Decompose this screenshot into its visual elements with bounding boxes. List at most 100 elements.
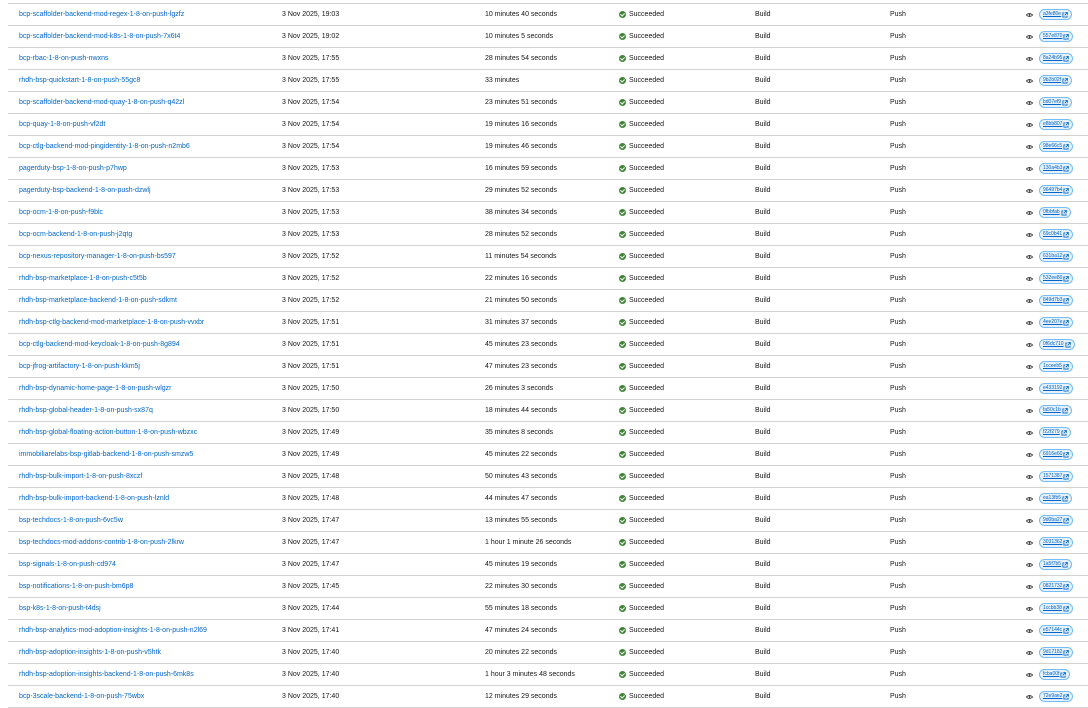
commit-sha-link[interactable]: bd07ef9: [1039, 97, 1073, 108]
commit-sha-link[interactable]: 72e9ae2: [1039, 691, 1074, 702]
eye-icon[interactable]: [1026, 122, 1033, 127]
commit-sha-link[interactable]: e57144c: [1039, 625, 1074, 636]
eye-icon[interactable]: [1026, 210, 1033, 215]
view-action[interactable]: [1026, 290, 1033, 311]
pipeline-run-link[interactable]: bcp-rbac-1-8-on-push-nwxns: [19, 55, 108, 62]
view-action[interactable]: [1026, 136, 1033, 157]
commit-sha-link[interactable]: a3fe80e: [1039, 9, 1073, 20]
eye-icon[interactable]: [1026, 584, 1033, 589]
eye-icon[interactable]: [1026, 430, 1033, 435]
commit-sha-link[interactable]: 4ee207e: [1039, 317, 1074, 328]
view-action[interactable]: [1026, 554, 1033, 575]
view-action[interactable]: [1026, 642, 1033, 663]
pipeline-run-link[interactable]: bcp-scaffolder-backend-mod-quay-1-8-on-p…: [19, 99, 184, 106]
commit-sha-link[interactable]: 532ee80: [1039, 273, 1074, 284]
view-action[interactable]: [1026, 422, 1033, 443]
pipeline-run-link[interactable]: bcp-nexus-repository-manager-1-8-on-push…: [19, 253, 176, 260]
eye-icon[interactable]: [1026, 606, 1033, 611]
view-action[interactable]: [1026, 224, 1033, 245]
view-action[interactable]: [1026, 488, 1033, 509]
eye-icon[interactable]: [1026, 650, 1033, 655]
pipeline-run-link[interactable]: bcp-quay-1-8-on-push-vf2dt: [19, 121, 105, 128]
pipeline-run-link[interactable]: rhdh-bsp-adoption-insights-backend-1-8-o…: [19, 671, 194, 678]
pipeline-run-link[interactable]: rhdh-bsp-marketplace-1-8-on-push-c5t5b: [19, 275, 147, 282]
eye-icon[interactable]: [1026, 562, 1033, 567]
pipeline-run-link[interactable]: bsp-k8s-1-8-on-push-t4dsj: [19, 605, 101, 612]
eye-icon[interactable]: [1026, 78, 1033, 83]
commit-sha-link[interactable]: fa50c1b: [1039, 405, 1072, 416]
view-action[interactable]: [1026, 598, 1033, 619]
view-action[interactable]: [1026, 158, 1033, 179]
pipeline-run-link[interactable]: rhdh-bsp-ctlg-backend-mod-marketplace-1-…: [19, 319, 204, 326]
commit-sha-link[interactable]: 0f6dc710: [1039, 339, 1075, 350]
eye-icon[interactable]: [1026, 298, 1033, 303]
commit-sha-link[interactable]: 0fbbfab: [1039, 207, 1071, 218]
view-action[interactable]: [1026, 620, 1033, 641]
commit-sha-link[interactable]: f22f279: [1039, 427, 1071, 438]
view-action[interactable]: [1026, 180, 1033, 201]
commit-sha-link[interactable]: 69c0b41: [1039, 229, 1074, 240]
view-action[interactable]: [1026, 466, 1033, 487]
pipeline-run-link[interactable]: bcp-ocm-backend-1-8-on-push-j2qtg: [19, 231, 132, 238]
commit-sha-link[interactable]: fcba00f: [1039, 669, 1071, 680]
eye-icon[interactable]: [1026, 232, 1033, 237]
view-action[interactable]: [1026, 444, 1033, 465]
eye-icon[interactable]: [1026, 386, 1033, 391]
pipeline-run-link[interactable]: rhdh-bsp-marketplace-backend-1-8-on-push…: [19, 297, 177, 304]
commit-sha-link[interactable]: 130a4b3: [1039, 163, 1074, 174]
pipeline-run-link[interactable]: rhdh-bsp-global-header-1-8-on-push-sx87q: [19, 407, 153, 414]
eye-icon[interactable]: [1026, 34, 1033, 39]
commit-sha-link[interactable]: 8a24b95: [1039, 53, 1074, 64]
eye-icon[interactable]: [1026, 694, 1033, 699]
pipeline-run-link[interactable]: bcp-ocm-1-8-on-push-f9blc: [19, 209, 103, 216]
pipeline-run-link[interactable]: rhdh-bsp-global-floating-action-button-1…: [19, 429, 197, 436]
view-action[interactable]: [1026, 268, 1033, 289]
commit-sha-link[interactable]: 557e870: [1039, 31, 1074, 42]
view-action[interactable]: [1026, 334, 1033, 355]
view-action[interactable]: [1026, 576, 1033, 597]
pipeline-run-link[interactable]: bcp-scaffolder-backend-mod-k8s-1-8-on-pu…: [19, 33, 180, 40]
view-action[interactable]: [1026, 664, 1033, 685]
eye-icon[interactable]: [1026, 320, 1033, 325]
pipeline-run-link[interactable]: rhdh-bsp-quickstart-1-8-on-push-55gc8: [19, 77, 140, 84]
eye-icon[interactable]: [1026, 408, 1033, 413]
commit-sha-link[interactable]: 96497b4: [1039, 185, 1074, 196]
eye-icon[interactable]: [1026, 496, 1033, 501]
pipeline-run-link[interactable]: rhdh-bsp-dynamic-home-page-1-8-on-push-w…: [19, 385, 172, 392]
commit-sha-link[interactable]: e433192: [1039, 383, 1074, 394]
view-action[interactable]: [1026, 70, 1033, 91]
eye-icon[interactable]: [1026, 672, 1033, 677]
view-action[interactable]: [1026, 356, 1033, 377]
pipeline-run-link[interactable]: bcp-3scale-backend-1-8-on-push-75wbx: [19, 693, 144, 700]
eye-icon[interactable]: [1026, 364, 1033, 369]
view-action[interactable]: [1026, 246, 1033, 267]
commit-sha-link[interactable]: 631ba12: [1039, 251, 1074, 262]
eye-icon[interactable]: [1026, 56, 1033, 61]
eye-icon[interactable]: [1026, 452, 1033, 457]
eye-icon[interactable]: [1026, 276, 1033, 281]
commit-sha-link[interactable]: 0821732: [1039, 581, 1074, 592]
pipeline-run-link[interactable]: pagerduty-bsp-backend-1-8-on-push-dzwlj: [19, 187, 151, 194]
eye-icon[interactable]: [1026, 474, 1033, 479]
pipeline-run-link[interactable]: rhdh-bsp-bulk-import-backend-1-8-on-push…: [19, 495, 169, 502]
commit-sha-link[interactable]: 6916e60: [1039, 449, 1074, 460]
pipeline-run-link[interactable]: bsp-techdocs-mod-addons-contrib-1-8-on-p…: [19, 539, 184, 546]
pipeline-run-link[interactable]: bsp-notifications-1-8-on-push-bm6p8: [19, 583, 133, 590]
eye-icon[interactable]: [1026, 254, 1033, 259]
view-action[interactable]: [1026, 532, 1033, 553]
eye-icon[interactable]: [1026, 166, 1033, 171]
pipeline-run-link[interactable]: rhdh-bsp-adoption-insights-1-8-on-push-v…: [19, 649, 161, 656]
pipeline-run-link[interactable]: rhdh-bsp-analytics-mod-adoption-insights…: [19, 627, 207, 634]
pipeline-run-link[interactable]: immobiliarelabs-bsp-gitlab-backend-1-8-o…: [19, 451, 193, 458]
pipeline-run-link[interactable]: bcp-jfrog-artifactory-1-8-on-push-kkm5j: [19, 363, 140, 370]
view-action[interactable]: [1026, 48, 1033, 69]
eye-icon[interactable]: [1026, 12, 1033, 17]
commit-sha-link[interactable]: 1a5f7b5: [1039, 559, 1073, 570]
commit-sha-link[interactable]: 98e66c5: [1039, 141, 1074, 152]
view-action[interactable]: [1026, 510, 1033, 531]
commit-sha-link[interactable]: 9d0ba27: [1039, 515, 1074, 526]
eye-icon[interactable]: [1026, 100, 1033, 105]
eye-icon[interactable]: [1026, 540, 1033, 545]
commit-sha-link[interactable]: 9d17182: [1039, 647, 1074, 658]
view-action[interactable]: [1026, 26, 1033, 47]
